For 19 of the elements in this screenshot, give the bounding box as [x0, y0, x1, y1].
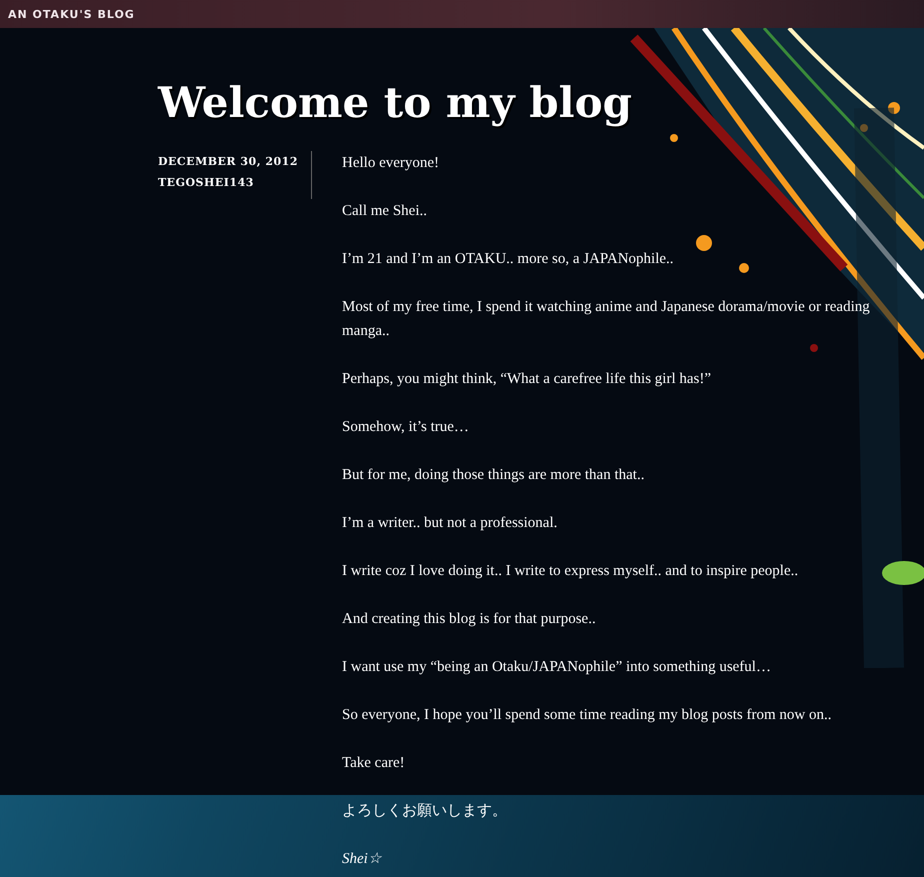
post-paragraph: But for me, doing those things are more than that..: [342, 466, 644, 485]
post-paragraph: よろしくお願いします。: [342, 802, 507, 821]
post-paragraph: I’m a writer.. but not a professional.: [342, 514, 558, 533]
post-paragraph: Perhaps, you might think, “What a carefree life this girl has!”: [342, 370, 712, 389]
post-paragraph: Somehow, it’s true…: [342, 418, 469, 437]
post-paragraph: I write coz I love doing it.. I write to express myself.. and to inspire people..: [342, 562, 798, 581]
post-paragraph: Call me Shei..: [342, 202, 427, 221]
post-date-link[interactable]: DECEMBER 30, 2012: [158, 155, 298, 168]
post-paragraph: Take care!: [342, 754, 405, 773]
post-title: Welcome to my blog: [158, 78, 632, 127]
author-link[interactable]: TEGOSHEI143: [158, 176, 254, 189]
post-paragraph: So everyone, I hope you’ll spend some time reading my blog posts from now on..: [342, 706, 832, 725]
signature: Shei☆: [342, 850, 381, 869]
post-paragraph: Hello everyone!: [342, 154, 440, 173]
post-paragraph: I want use my “being an Otaku/JAPANophile” into something useful…: [342, 658, 771, 677]
site-title-link[interactable]: AN OTAKU'S BLOG: [8, 8, 135, 20]
post-paragraph: I’m 21 and I’m an OTAKU.. more so, a JAPANophile..: [342, 250, 674, 269]
post-paragraph: And creating this blog is for that purpose..: [342, 610, 596, 629]
post-paragraph: Most of my free time, I spend it watching anime and Japanese dorama/movie or reading manga..: [342, 298, 871, 341]
